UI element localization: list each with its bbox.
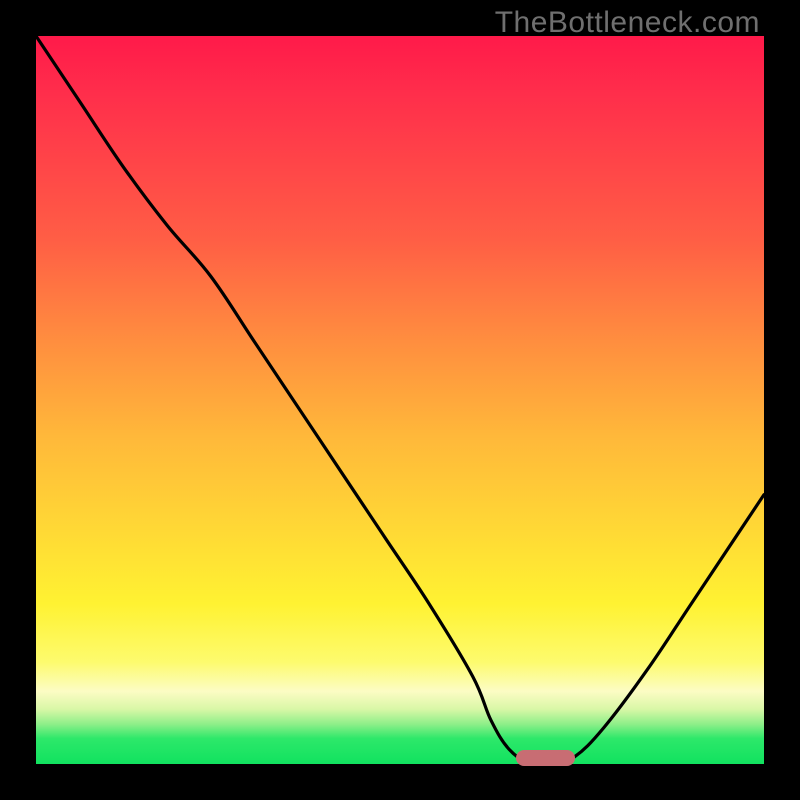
optimum-marker — [516, 750, 574, 766]
bottleneck-curve — [36, 36, 764, 764]
watermark-text: TheBottleneck.com — [495, 6, 760, 40]
curve-path — [36, 36, 764, 766]
plot-area — [36, 36, 764, 764]
chart-frame: TheBottleneck.com — [0, 0, 800, 800]
